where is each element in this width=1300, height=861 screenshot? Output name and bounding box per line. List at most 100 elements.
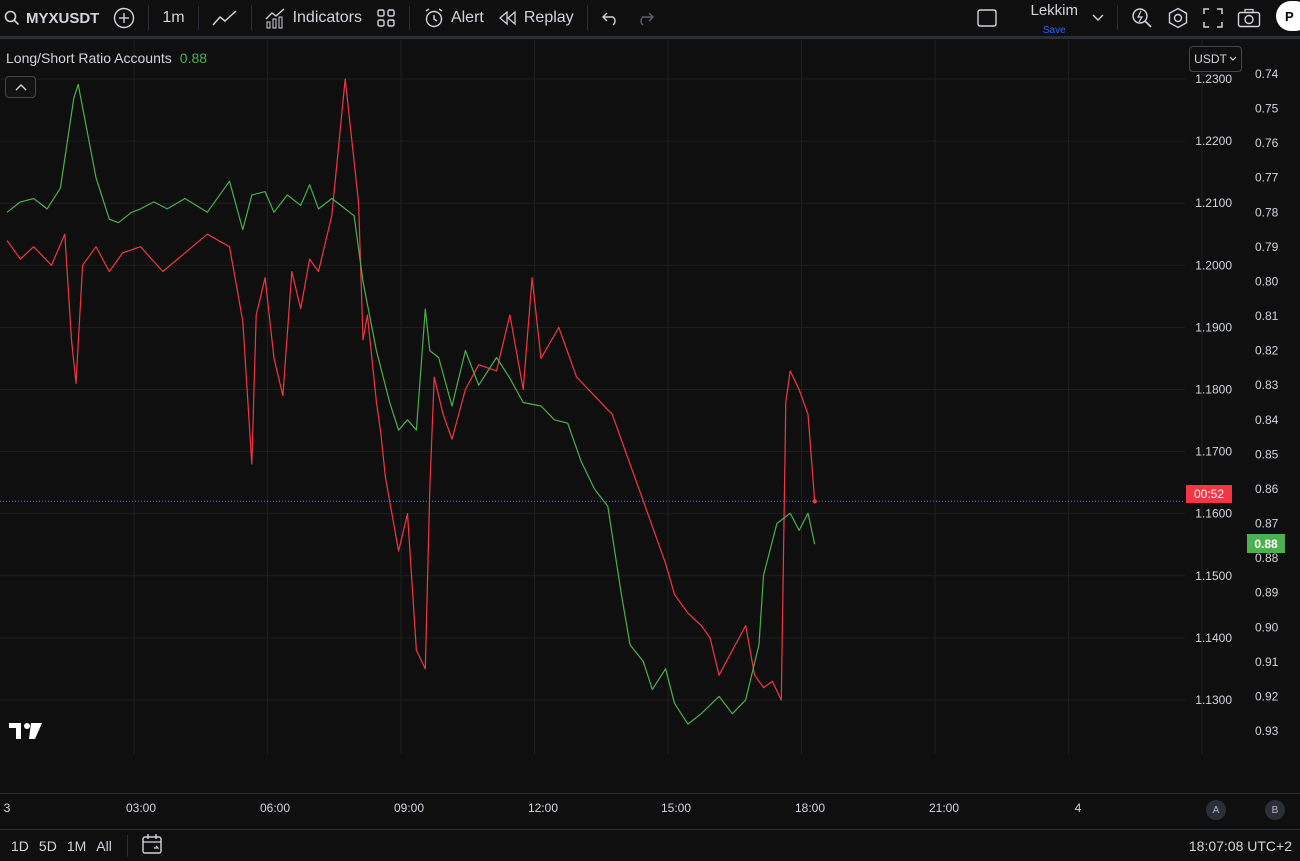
publish-button[interactable]: P [1276,1,1300,31]
redo-icon [640,12,654,26]
layout-name: Lekkim [1030,2,1078,19]
price-axis-label: 1.1400 [1195,631,1232,645]
ratio-value-tag: 0.88 [1247,534,1285,553]
indicators-icon [265,8,285,29]
range-5d-button[interactable]: 5D [34,838,62,854]
price-axis-label: 1.1600 [1195,507,1232,521]
currency-dropdown[interactable]: USDT [1189,46,1242,72]
chevron-down-icon [1229,56,1237,61]
interval-button[interactable]: 1m [155,3,191,33]
time-axis-label: 21:00 [928,801,960,815]
ratio-axis-label: 0.84 [1255,413,1279,427]
range-1d-button[interactable]: 1D [6,838,34,854]
time-axis-label: 03:00 [125,801,157,815]
undo-icon [601,12,616,26]
undo-button[interactable] [594,3,628,33]
fullscreen-button[interactable] [1196,3,1230,33]
countdown-label: 00:52 [1193,487,1225,501]
price-axis-label: 1.1900 [1195,320,1232,334]
ratio-axis-label: 0.86 [1255,482,1279,496]
plus-circle-icon [114,7,135,29]
templates-button[interactable] [369,3,403,33]
chart-pane[interactable]: 1.2300 1.2200 1.2100 1.2000 1.1900 1.1800 1.17… [0,40,1300,754]
layout-toggle-button[interactable] [969,3,1005,33]
symbol-search-button[interactable]: MYXUSDT [0,3,106,33]
toolbar-divider [586,6,588,30]
publish-label: P [1285,8,1294,24]
indicator-legend: Long/Short Ratio Accounts 0.88 [6,50,207,66]
time-axis-label: 4 [1074,801,1082,815]
range-1m-button[interactable]: 1M [62,838,91,854]
gear-icon [1168,7,1188,29]
time-axis-label: 09:00 [393,801,425,815]
layout-save-label: Save [1042,25,1066,36]
time-axis-label: 12:00 [527,801,559,815]
search-icon [4,10,20,26]
currency-label: USDT [1194,52,1227,66]
compare-symbol-button[interactable] [106,3,142,33]
ratio-axis-label: 0.77 [1255,171,1279,185]
grid-icon [377,9,395,27]
redo-button[interactable] [628,3,662,33]
auto-scale-label: A [1212,804,1220,816]
ratio-axis-label: 0.89 [1255,586,1279,600]
replay-button[interactable]: Replay [491,3,581,33]
price-axis-label: 1.2100 [1195,196,1232,210]
ratio-axis-label: 0.78 [1255,205,1279,219]
quick-search-icon [1132,8,1152,28]
chart-type-button[interactable] [205,3,245,33]
indicators-label: Indicators [292,9,362,26]
time-axis-label: 18:00 [794,801,826,815]
price-axis-label: 1.1500 [1195,569,1232,583]
alarm-clock-icon [425,8,443,28]
scale-b-button[interactable]: B [1265,800,1285,820]
settings-button[interactable] [1160,3,1196,33]
ratio-axis-label: 0.90 [1255,620,1279,634]
alert-button[interactable]: Alert [416,3,491,33]
price-axis-label: 1.1700 [1195,445,1232,459]
ratio-axis-label: 0.83 [1255,378,1279,392]
indicator-value: 0.88 [179,50,208,66]
indicator-name: Long/Short Ratio Accounts [6,50,172,66]
price-axis-label: 1.1300 [1195,693,1232,707]
toolbar-divider [148,6,150,30]
ratio-value-label: 0.88 [1254,536,1278,551]
goto-date-button[interactable] [136,833,170,858]
camera-icon [1237,8,1261,28]
clock-timezone[interactable]: 18:07:08 UTC+2 [1189,838,1292,854]
ratio-axis-label: 0.85 [1255,447,1279,461]
range-all-button[interactable]: All [91,838,117,854]
interval-label: 1m [162,9,185,26]
quick-search-button[interactable] [1124,3,1160,33]
layout-menu-button[interactable] [1085,3,1111,33]
countdown-price-tag: 00:52 [1186,485,1232,503]
scale-b-label: B [1271,804,1279,816]
alert-label: Alert [450,9,484,26]
auto-scale-button[interactable]: A [1206,800,1226,820]
price-axis-label: 1.2300 [1195,72,1232,86]
indicators-button[interactable]: Indicators [258,3,369,33]
toolbar-divider [197,6,199,30]
ratio-axis-label: 0.74 [1255,67,1279,81]
toolbar-divider [408,6,410,30]
ratio-axis-label: 0.76 [1255,136,1279,150]
chart-canvas[interactable]: 1.2300 1.2200 1.2100 1.2000 1.1900 1.1800 1.17… [0,40,1300,793]
bottom-toolbar: 1D 5D 1M All 18:07:08 UTC+2 [0,829,1300,861]
toolbar-border [0,36,1300,39]
layout-name-button[interactable]: Lekkim Save [1023,2,1085,36]
calendar-icon [142,834,162,854]
top-toolbar: MYXUSDT 1m Indicators Alert Replay Lekki… [0,0,1300,36]
ratio-axis-label: 0.88 [1255,551,1279,565]
snapshot-button[interactable] [1230,3,1268,33]
toolbar-divider [250,6,252,30]
time-axis-label: 15:00 [660,801,692,815]
time-axis[interactable]: 3 03:00 06:00 09:00 12:00 15:00 18:00 21:00 4 [0,793,1300,823]
ratio-series-line [6,83,816,725]
collapse-legend-button[interactable] [5,76,36,98]
price-axis-label: 1.2000 [1195,258,1232,272]
price-axis-label: 1.1800 [1195,383,1232,397]
tradingview-logo-icon[interactable] [8,720,44,747]
ratio-axis-label: 0.92 [1255,689,1279,703]
replay-label: Replay [523,9,574,26]
fullscreen-icon [1203,8,1223,28]
